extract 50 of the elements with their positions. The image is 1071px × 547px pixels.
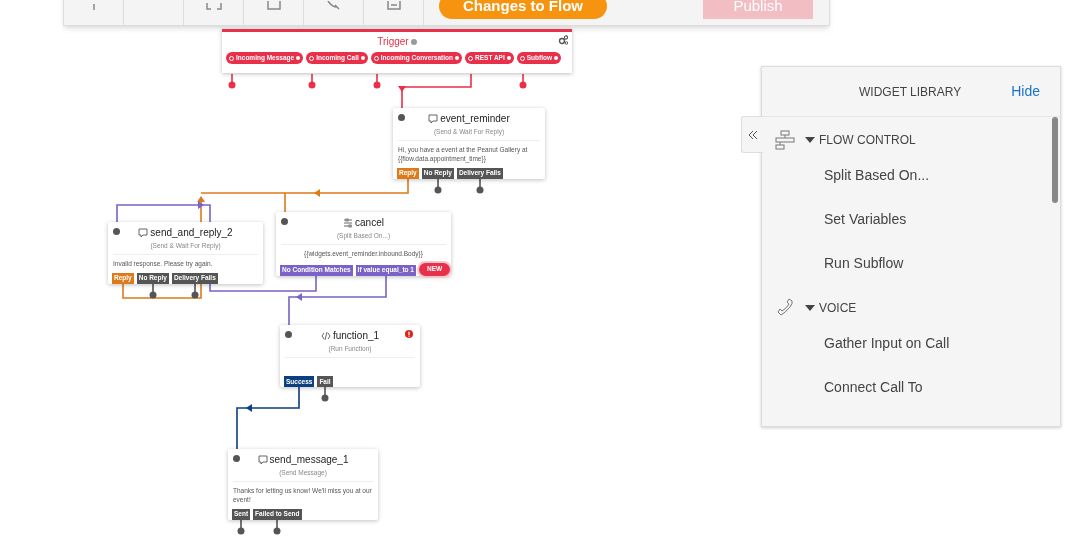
input-port[interactable] <box>233 455 240 462</box>
widget-title: send_and_reply_2 <box>150 226 233 240</box>
widget-library-item[interactable]: Gather Input on Call <box>824 321 950 365</box>
panel-title: WIDGET LIBRARY <box>859 83 962 101</box>
port-connector[interactable] <box>321 386 329 402</box>
flow-control-icon <box>775 130 795 150</box>
port-connector[interactable] <box>149 283 157 299</box>
phone-icon <box>775 298 795 318</box>
port-connector[interactable] <box>373 73 381 89</box>
port-connector[interactable] <box>476 178 484 194</box>
toolbar-icon <box>327 1 340 10</box>
section-header[interactable]: VOICE <box>805 299 857 317</box>
caret-icon <box>805 304 815 312</box>
toolbar-icon <box>92 4 95 10</box>
input-port[interactable] <box>113 228 120 235</box>
split-icon <box>343 217 354 228</box>
scrollbar-thumb[interactable] <box>1052 117 1058 203</box>
toolbar-icon <box>205 3 222 10</box>
widget-title: event_reminder <box>440 112 510 126</box>
port-connector[interactable] <box>308 73 316 89</box>
input-port[interactable] <box>285 331 292 338</box>
chat-icon <box>428 113 439 124</box>
widget-title: send_message_1 <box>269 453 349 467</box>
widget-library-item[interactable]: Connect Call To <box>824 365 923 409</box>
widget-library-item[interactable]: Split Based On... <box>824 153 930 197</box>
double-chevron-left-icon <box>747 129 758 140</box>
port-connector[interactable] <box>228 73 236 89</box>
trigger-title: Trigger <box>377 35 409 49</box>
widget-library-item[interactable]: Run Subflow <box>824 241 904 285</box>
chat-icon <box>138 227 149 238</box>
widget-title: function_1 <box>332 329 380 343</box>
toolbar-icon <box>266 1 281 10</box>
widget-title: cancel <box>355 216 384 230</box>
help-icon <box>410 38 417 45</box>
port-connector[interactable] <box>191 283 199 299</box>
chat-icon <box>257 454 268 465</box>
port-connector[interactable] <box>434 178 442 194</box>
input-port[interactable] <box>398 114 405 121</box>
port-connector[interactable] <box>273 519 281 535</box>
port-connector[interactable] <box>519 73 527 89</box>
section-header[interactable]: FLOW CONTROL <box>805 131 916 149</box>
connector-wire <box>236 386 300 450</box>
hide-link[interactable]: Hide <box>1011 81 1040 102</box>
caret-icon <box>805 136 815 144</box>
settings-icon <box>558 35 568 45</box>
widget-library-item[interactable]: Set Variables <box>824 197 907 241</box>
input-port[interactable] <box>281 218 288 225</box>
code-icon <box>320 330 331 341</box>
port-connector[interactable] <box>237 519 245 535</box>
toolbar-icon <box>386 1 401 10</box>
